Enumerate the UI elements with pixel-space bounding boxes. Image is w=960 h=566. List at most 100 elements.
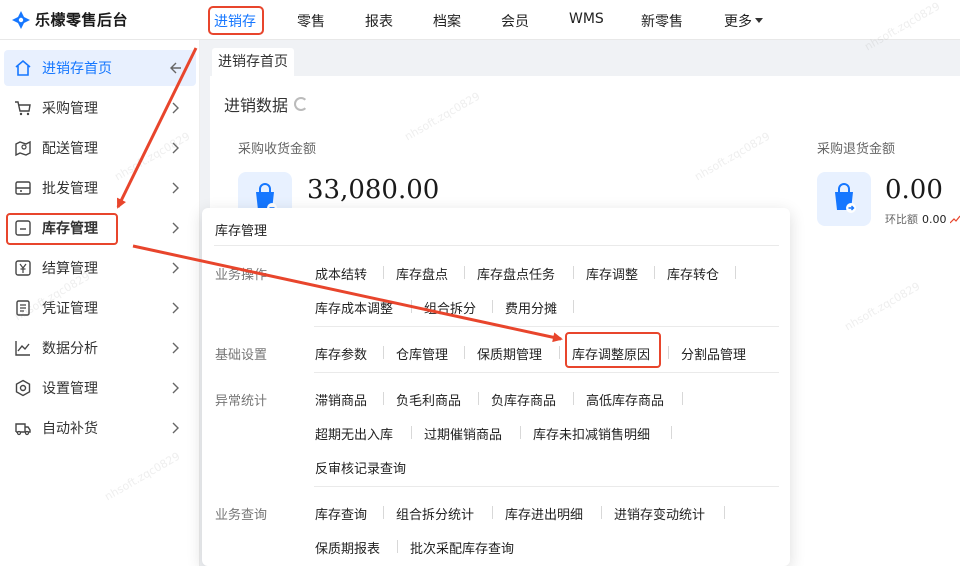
highlight-box-sidebar xyxy=(6,213,118,245)
divider xyxy=(314,372,779,373)
menu-item-stock-query[interactable]: 库存查询 xyxy=(315,504,367,523)
sidebar-item-label: 批发管理 xyxy=(42,181,98,197)
menu-item-shelf-life-report[interactable]: 保质期报表 xyxy=(315,538,380,557)
sidebar-item-settlement[interactable]: 结算管理 xyxy=(4,250,196,286)
settings-icon xyxy=(14,379,32,397)
menu-item-unapprove-log[interactable]: 反审核记录查询 xyxy=(315,458,406,477)
section-label-basic-settings: 基础设置 xyxy=(215,348,268,363)
sidebar-item-purchase[interactable]: 采购管理 xyxy=(4,90,196,126)
sidebar-item-settings[interactable]: 设置管理 xyxy=(4,370,196,406)
section-label-operations: 业务操作 xyxy=(215,268,268,283)
menu-item-in-out-detail[interactable]: 库存进出明细 xyxy=(505,504,583,523)
menu-item-cost-adjust[interactable]: 库存成本调整 xyxy=(315,298,393,317)
dropdown-title: 库存管理 xyxy=(215,224,268,239)
separator xyxy=(573,392,574,405)
menu-item-stock-transfer[interactable]: 库存转仓 xyxy=(667,264,719,283)
separator xyxy=(492,300,493,313)
separator xyxy=(520,426,521,439)
menu-item-slow-moving[interactable]: 滞销商品 xyxy=(315,390,367,409)
top-navigation-bar: 乐檬零售后台 进销存 零售 报表 档案 会员 WMS 新零售 更多 xyxy=(0,0,960,40)
highlight-box-nav xyxy=(208,6,264,35)
section-label-anomaly-stats: 异常统计 xyxy=(215,394,268,409)
menu-item-warehouse[interactable]: 仓库管理 xyxy=(396,344,448,363)
chevron-right-icon xyxy=(166,99,184,117)
logo-icon xyxy=(12,10,30,29)
menu-item-cut-goods[interactable]: 分割品管理 xyxy=(681,344,746,363)
sidebar-item-label: 自动补货 xyxy=(42,421,98,437)
menu-item-no-movement[interactable]: 超期无出入库 xyxy=(315,424,393,443)
tab-bar: 进销存首页 xyxy=(210,40,960,76)
divider xyxy=(314,326,779,327)
separator xyxy=(411,300,412,313)
separator xyxy=(682,392,683,405)
menu-item-cost-carryover[interactable]: 成本结转 xyxy=(315,264,367,283)
menu-item-cost-allocation[interactable]: 费用分摊 xyxy=(505,298,557,317)
nav-new-retail[interactable]: 新零售 xyxy=(641,11,683,31)
chevron-down-icon xyxy=(755,17,763,23)
nav-reports[interactable]: 报表 xyxy=(365,11,393,31)
separator xyxy=(559,346,560,359)
menu-item-batch-query[interactable]: 批次采配库存查询 xyxy=(410,538,514,557)
sidebar-item-auto-replenish[interactable]: 自动补货 xyxy=(4,410,196,446)
refresh-icon[interactable] xyxy=(294,97,309,111)
menu-item-stock-adjust[interactable]: 库存调整 xyxy=(586,264,638,283)
divider xyxy=(314,486,779,487)
menu-item-undeducted-sales[interactable]: 库存未扣减销售明细 xyxy=(533,424,650,443)
separator xyxy=(464,266,465,279)
menu-item-high-low-stock[interactable]: 高低库存商品 xyxy=(586,390,664,409)
ratio-label: 环比额 xyxy=(885,213,918,226)
nav-more[interactable]: 更多 xyxy=(724,11,763,31)
metric-label-purchase-receipt: 采购收货金额 xyxy=(238,142,317,157)
trend-up-icon xyxy=(949,212,960,224)
menu-item-expired-promo[interactable]: 过期催销商品 xyxy=(424,424,502,443)
menu-item-combo-stats[interactable]: 组合拆分统计 xyxy=(396,504,474,523)
sidebar-item-home[interactable]: 进销存首页 xyxy=(4,50,196,86)
chevron-right-icon xyxy=(166,419,184,437)
metric-value-purchase-return: 0.00 xyxy=(885,175,943,205)
separator xyxy=(573,300,574,313)
sidebar-item-label: 凭证管理 xyxy=(42,301,98,317)
nav-archives[interactable]: 档案 xyxy=(433,11,461,31)
app-logo[interactable]: 乐檬零售后台 xyxy=(12,9,128,30)
shopping-bag-icon xyxy=(817,172,871,226)
menu-item-combo-split[interactable]: 组合拆分 xyxy=(424,298,476,317)
menu-item-stocktake[interactable]: 库存盘点 xyxy=(396,264,448,283)
sidebar: 进销存首页 采购管理 配送管理 批发管理 库存管理 结算管理 凭证管理 数据分析 xyxy=(0,40,200,566)
collapse-sidebar-icon[interactable] xyxy=(166,59,184,77)
menu-item-negative-stock[interactable]: 负库存商品 xyxy=(491,390,556,409)
metric-label-purchase-return: 采购退货金额 xyxy=(817,142,896,157)
highlight-box-adjust-reason xyxy=(565,332,661,368)
separator xyxy=(601,506,602,519)
chevron-right-icon xyxy=(166,259,184,277)
sidebar-item-label: 进销存首页 xyxy=(42,61,112,77)
menu-item-change-stats[interactable]: 进销存变动统计 xyxy=(614,504,705,523)
cart-icon xyxy=(14,99,32,117)
sidebar-item-distribution[interactable]: 配送管理 xyxy=(4,130,196,166)
tab-home[interactable]: 进销存首页 xyxy=(212,48,294,76)
menu-item-stocktake-task[interactable]: 库存盘点任务 xyxy=(477,264,555,283)
separator xyxy=(464,346,465,359)
separator xyxy=(383,506,384,519)
chevron-right-icon xyxy=(166,179,184,197)
separator xyxy=(724,506,725,519)
separator xyxy=(397,540,398,553)
sidebar-item-analytics[interactable]: 数据分析 xyxy=(4,330,196,366)
sidebar-item-wholesale[interactable]: 批发管理 xyxy=(4,170,196,206)
separator xyxy=(654,266,655,279)
chevron-right-icon xyxy=(166,339,184,357)
nav-members[interactable]: 会员 xyxy=(501,11,529,31)
ratio-value: 0.00 xyxy=(922,213,947,226)
sidebar-item-label: 配送管理 xyxy=(42,141,98,157)
sidebar-item-voucher[interactable]: 凭证管理 xyxy=(4,290,196,326)
inventory-dropdown-panel: 库存管理 业务操作 成本结转 库存盘点 库存盘点任务 库存调整 库存转仓 库存成… xyxy=(202,208,790,566)
nav-retail[interactable]: 零售 xyxy=(297,11,325,31)
menu-item-shelf-life[interactable]: 保质期管理 xyxy=(477,344,542,363)
divider xyxy=(214,245,779,246)
section-label-queries: 业务查询 xyxy=(215,508,268,523)
menu-item-stock-params[interactable]: 库存参数 xyxy=(315,344,367,363)
nav-more-label: 更多 xyxy=(724,14,752,30)
menu-item-negative-margin[interactable]: 负毛利商品 xyxy=(396,390,461,409)
nav-wms[interactable]: WMS xyxy=(569,11,604,27)
money-icon xyxy=(14,259,32,277)
separator xyxy=(383,346,384,359)
